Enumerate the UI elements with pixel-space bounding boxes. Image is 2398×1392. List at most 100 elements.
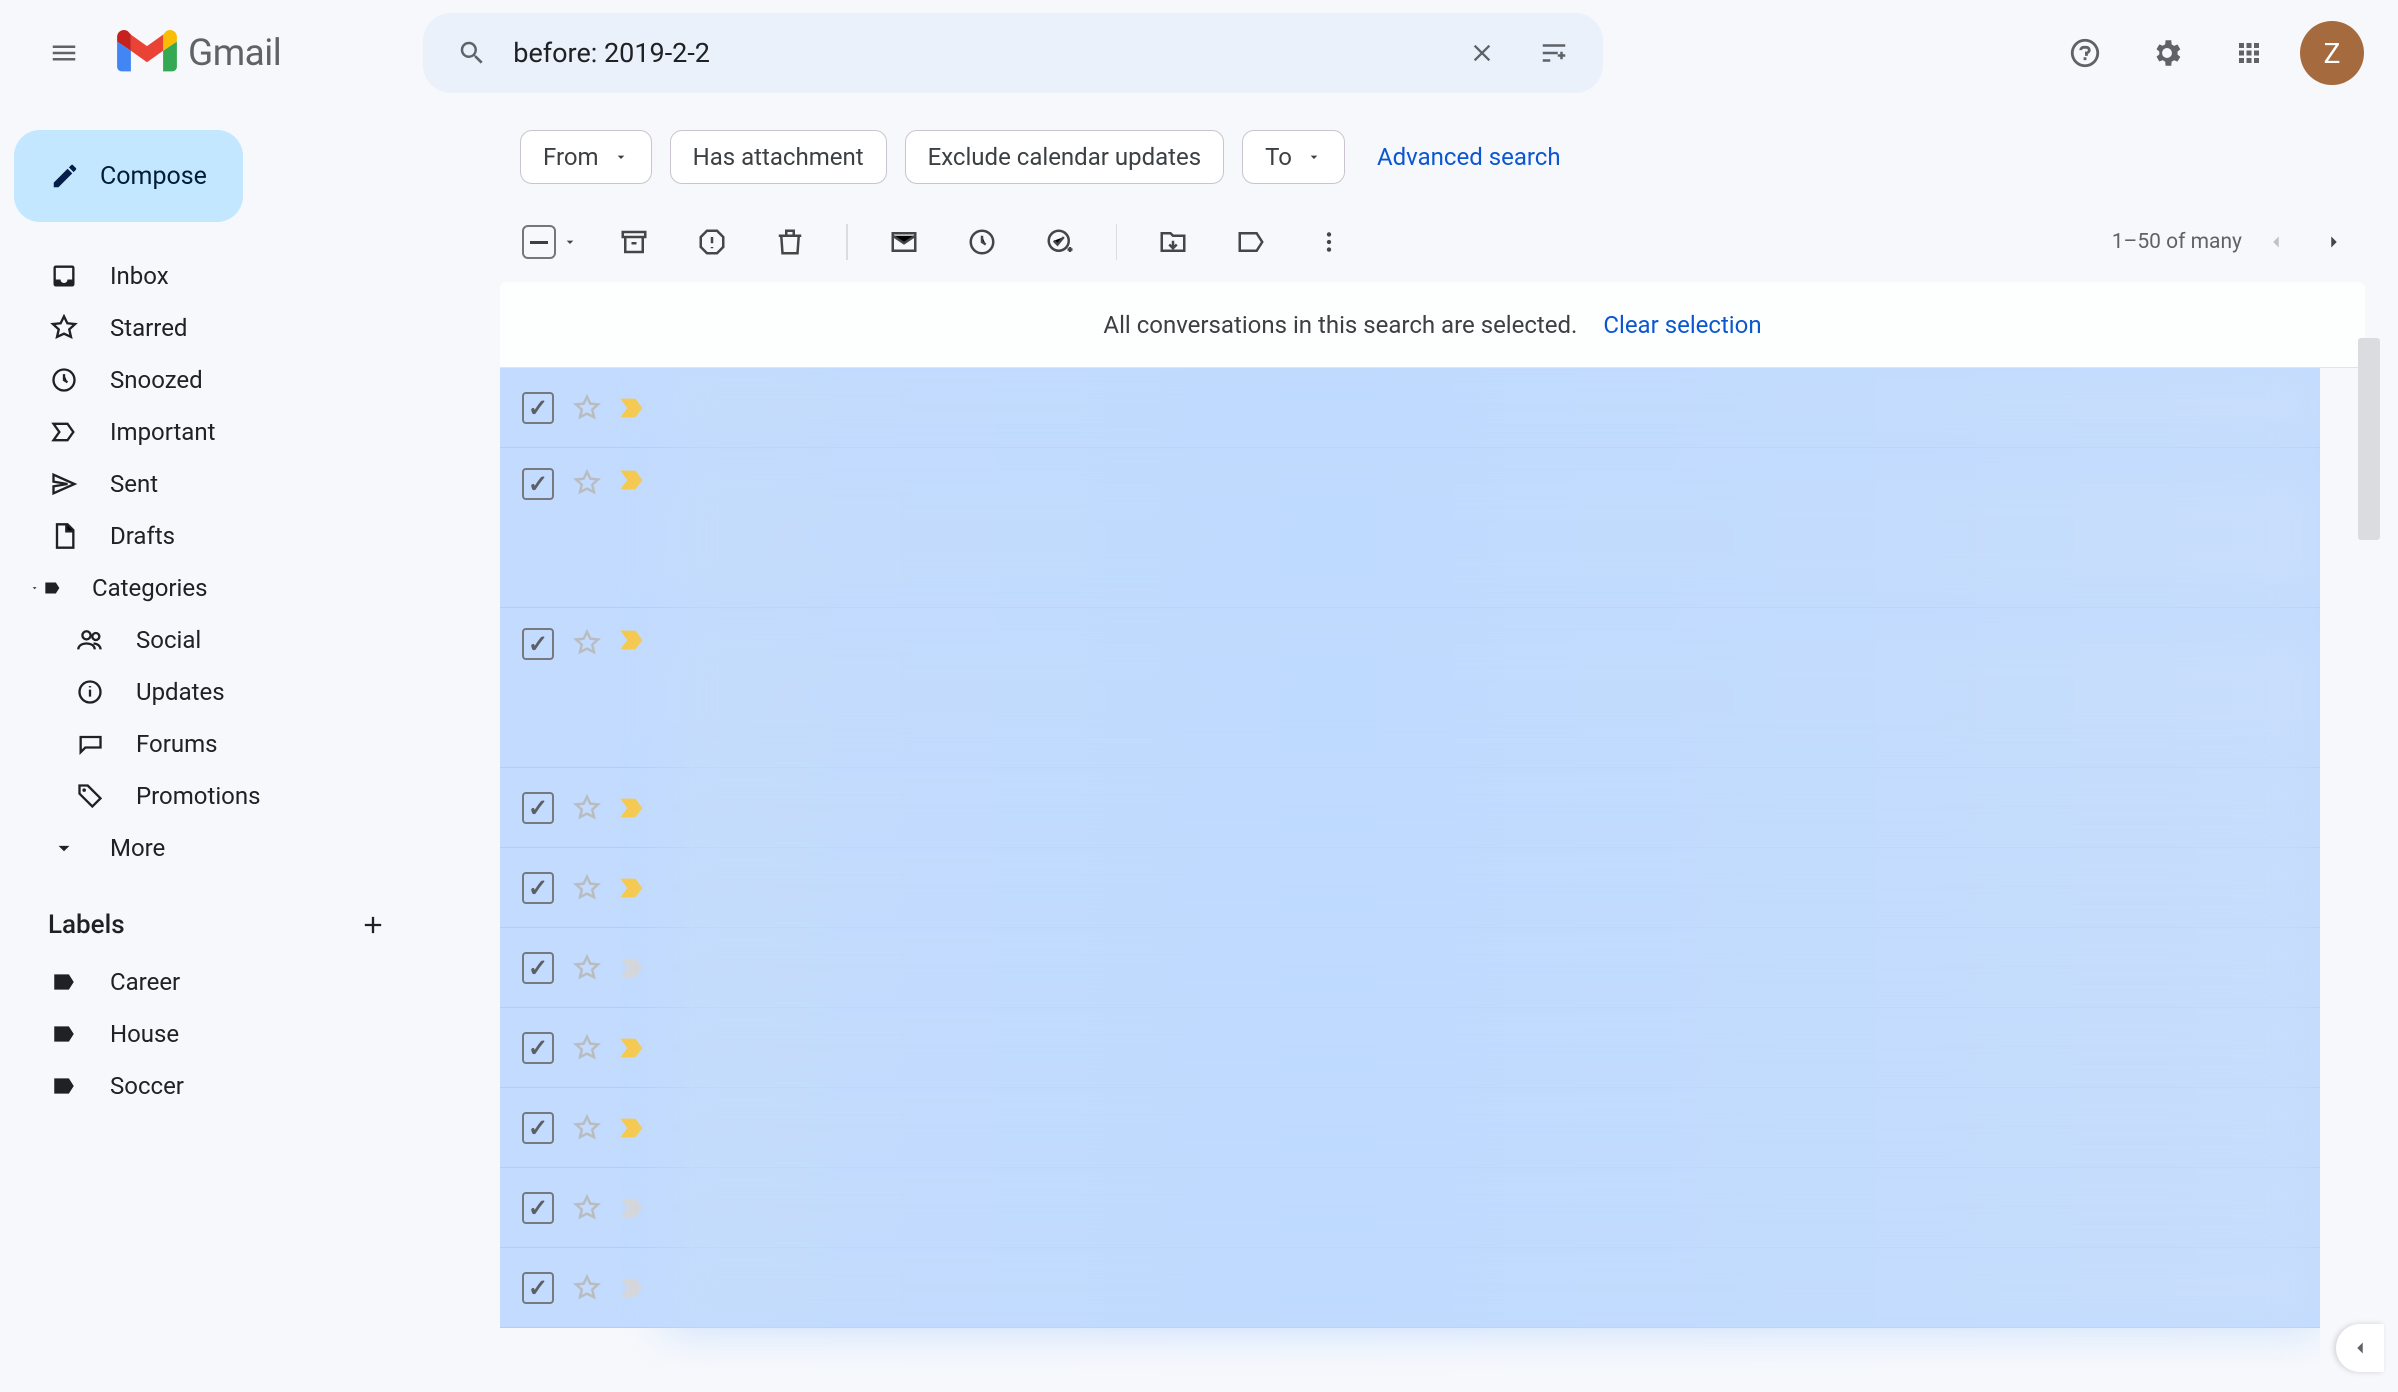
- header-actions: Z: [2054, 21, 2374, 85]
- scrollbar-thumb[interactable]: [2358, 338, 2380, 540]
- row-checkbox[interactable]: [522, 1112, 554, 1144]
- main-menu-button[interactable]: [24, 13, 104, 93]
- advanced-search-link[interactable]: Advanced search: [1363, 143, 1575, 171]
- delete-button[interactable]: [768, 220, 812, 264]
- row-checkbox[interactable]: [522, 1272, 554, 1304]
- importance-marker[interactable]: [618, 1276, 646, 1300]
- importance-marker[interactable]: [618, 956, 646, 980]
- importance-marker[interactable]: [618, 628, 646, 652]
- newer-button[interactable]: [2252, 218, 2300, 266]
- nav-sent[interactable]: Sent: [14, 458, 410, 510]
- toolbar-separator: [1116, 224, 1118, 260]
- side-panel-toggle[interactable]: [2336, 1324, 2384, 1372]
- message-row[interactable]: [500, 608, 2320, 768]
- importance-marker[interactable]: [618, 396, 646, 420]
- filter-exclude-calendar[interactable]: Exclude calendar updates: [905, 130, 1225, 184]
- filter-chips-row: From Has attachment Exclude calendar upd…: [500, 120, 2380, 202]
- nav-snoozed[interactable]: Snoozed: [14, 354, 410, 406]
- star-toggle[interactable]: [572, 393, 602, 423]
- star-toggle[interactable]: [572, 793, 602, 823]
- chevron-right-icon: [2323, 231, 2345, 253]
- star-outline-icon: [572, 1193, 602, 1223]
- importance-marker[interactable]: [618, 468, 646, 492]
- add-label-button[interactable]: [352, 904, 394, 946]
- message-row[interactable]: [500, 928, 2320, 1008]
- row-checkbox[interactable]: [522, 1192, 554, 1224]
- star-toggle[interactable]: [572, 1033, 602, 1063]
- account-avatar[interactable]: Z: [2300, 21, 2364, 85]
- nav-updates[interactable]: Updates: [40, 666, 410, 718]
- row-checkbox[interactable]: [522, 468, 554, 500]
- label-house[interactable]: House: [14, 1008, 410, 1060]
- importance-marker[interactable]: [618, 1196, 646, 1220]
- importance-marker[interactable]: [618, 876, 646, 900]
- message-content-blurred: [666, 368, 2320, 447]
- snooze-button[interactable]: [960, 220, 1004, 264]
- logo[interactable]: Gmail: [116, 30, 331, 76]
- compose-button[interactable]: Compose: [14, 130, 243, 222]
- search-bar: [423, 13, 1603, 93]
- star-toggle[interactable]: [572, 1113, 602, 1143]
- importance-marker[interactable]: [618, 1036, 646, 1060]
- message-row[interactable]: [500, 1008, 2320, 1088]
- report-spam-button[interactable]: [690, 220, 734, 264]
- nav-categories[interactable]: Categories: [14, 562, 410, 614]
- settings-button[interactable]: [2136, 22, 2198, 84]
- more-button[interactable]: [1307, 220, 1351, 264]
- nav-more[interactable]: More: [14, 822, 410, 874]
- message-row[interactable]: [500, 1168, 2320, 1248]
- message-row[interactable]: [500, 448, 2320, 608]
- older-button[interactable]: [2310, 218, 2358, 266]
- message-row[interactable]: [500, 368, 2320, 448]
- message-row[interactable]: [500, 768, 2320, 848]
- move-to-button[interactable]: [1151, 220, 1195, 264]
- add-task-button[interactable]: [1038, 220, 1082, 264]
- row-checkbox[interactable]: [522, 1032, 554, 1064]
- star-toggle[interactable]: [572, 1193, 602, 1223]
- message-row[interactable]: [500, 848, 2320, 928]
- people-icon: [74, 624, 106, 656]
- message-row[interactable]: [500, 1248, 2320, 1328]
- star-toggle[interactable]: [572, 1273, 602, 1303]
- support-button[interactable]: [2054, 22, 2116, 84]
- archive-button[interactable]: [612, 220, 656, 264]
- nav-promotions[interactable]: Promotions: [40, 770, 410, 822]
- row-checkbox[interactable]: [522, 952, 554, 984]
- nav-important[interactable]: Important: [14, 406, 410, 458]
- nav-drafts[interactable]: Drafts: [14, 510, 410, 562]
- star-toggle[interactable]: [572, 628, 602, 658]
- nav-label: Updates: [136, 678, 225, 706]
- labels-button[interactable]: [1229, 220, 1273, 264]
- nav-label: Promotions: [136, 782, 260, 810]
- mark-unread-button[interactable]: [882, 220, 926, 264]
- apps-button[interactable]: [2218, 22, 2280, 84]
- row-checkbox[interactable]: [522, 392, 554, 424]
- search-input[interactable]: [513, 37, 1441, 69]
- message-row[interactable]: [500, 1088, 2320, 1168]
- importance-marker[interactable]: [618, 1116, 646, 1140]
- row-checkbox[interactable]: [522, 628, 554, 660]
- nav-forums[interactable]: Forums: [40, 718, 410, 770]
- nav-social[interactable]: Social: [40, 614, 410, 666]
- clear-search-button[interactable]: [1451, 22, 1513, 84]
- nav-starred[interactable]: Starred: [14, 302, 410, 354]
- star-toggle[interactable]: [572, 468, 602, 498]
- label-soccer[interactable]: Soccer: [14, 1060, 410, 1112]
- clear-selection-link[interactable]: Clear selection: [1603, 311, 1761, 339]
- label-career[interactable]: Career: [14, 956, 410, 1008]
- filter-attachment[interactable]: Has attachment: [670, 130, 887, 184]
- pagination-text: 1–50 of many: [2112, 230, 2242, 254]
- filter-from[interactable]: From: [520, 130, 652, 184]
- select-all-control[interactable]: [522, 225, 578, 259]
- hamburger-icon: [49, 38, 79, 68]
- importance-marker[interactable]: [618, 796, 646, 820]
- row-checkbox[interactable]: [522, 872, 554, 904]
- search-button[interactable]: [441, 22, 503, 84]
- search-options-button[interactable]: [1523, 22, 1585, 84]
- nav-inbox[interactable]: Inbox: [14, 250, 410, 302]
- star-toggle[interactable]: [572, 953, 602, 983]
- star-toggle[interactable]: [572, 873, 602, 903]
- nav-label: Starred: [110, 314, 187, 342]
- filter-to[interactable]: To: [1242, 130, 1345, 184]
- row-checkbox[interactable]: [522, 792, 554, 824]
